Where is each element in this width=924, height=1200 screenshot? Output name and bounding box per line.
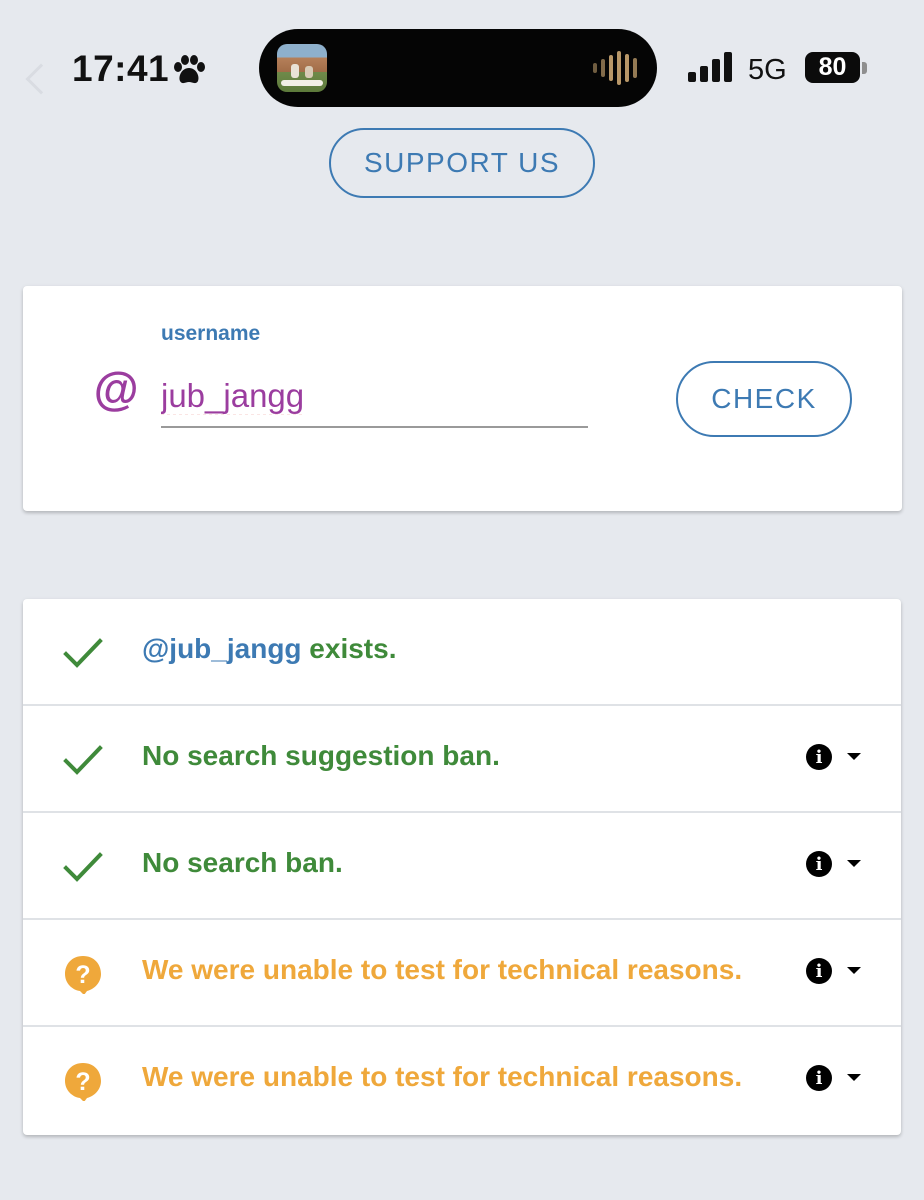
media-thumbnail [277,44,327,92]
check-icon [63,847,103,887]
result-text: @jub_jangg exists. [142,633,396,665]
username-input[interactable] [161,366,588,428]
network-type: 5G [748,54,787,86]
question-bubble-icon: ? [63,954,103,995]
info-icon[interactable]: i [806,958,832,984]
result-row: @jub_jangg exists. [23,599,901,706]
result-text: No search ban. [142,847,343,879]
paw-icon [174,55,205,84]
result-username: @jub_jangg [142,633,302,664]
status-bar: 17:41 5G 80 [0,0,924,130]
svg-text:?: ? [75,961,90,989]
info-icon[interactable]: i [806,1065,832,1091]
username-field-label: username [161,322,261,345]
result-text: No search suggestion ban. [142,740,500,772]
battery-icon: 80 [805,52,860,83]
dynamic-island[interactable] [259,29,657,107]
info-icon[interactable]: i [806,851,832,877]
caret-down-icon[interactable] [847,860,861,867]
audio-waveform-icon [593,51,637,85]
result-message: No search suggestion ban. [142,740,500,771]
results-card: @jub_jangg exists. No search suggestion b… [23,599,901,1135]
result-message: No search ban. [142,847,343,878]
check-icon [63,633,103,673]
back-arrow-icon[interactable] [25,63,57,95]
result-row[interactable]: ? We were unable to test for technical re… [23,1027,901,1134]
at-sign-icon: @ [93,363,138,415]
result-message: exists. [301,633,397,664]
result-text: We were unable to test for technical rea… [142,1061,742,1093]
battery-level: 80 [818,53,847,81]
info-icon[interactable]: i [806,744,832,770]
caret-down-icon[interactable] [847,1074,861,1081]
caret-down-icon[interactable] [847,753,861,760]
result-message: We were unable to test for technical rea… [142,954,743,985]
result-message: We were unable to test for technical rea… [142,1061,743,1092]
result-row[interactable]: ? We were unable to test for technical re… [23,920,901,1027]
signal-strength-icon [688,52,732,82]
status-time: 17:41 [72,48,170,89]
check-icon [63,740,103,780]
svg-text:?: ? [75,1068,90,1096]
check-button[interactable]: CHECK [676,361,852,437]
question-bubble-icon: ? [63,1061,103,1102]
result-row[interactable]: No search suggestion ban. i [23,706,901,813]
battery-tip [862,62,867,74]
result-row[interactable]: No search ban. i [23,813,901,920]
caret-down-icon[interactable] [847,967,861,974]
username-card: username @ CHECK [23,286,902,511]
result-text: We were unable to test for technical rea… [142,954,742,986]
support-us-button[interactable]: SUPPORT US [329,128,595,198]
